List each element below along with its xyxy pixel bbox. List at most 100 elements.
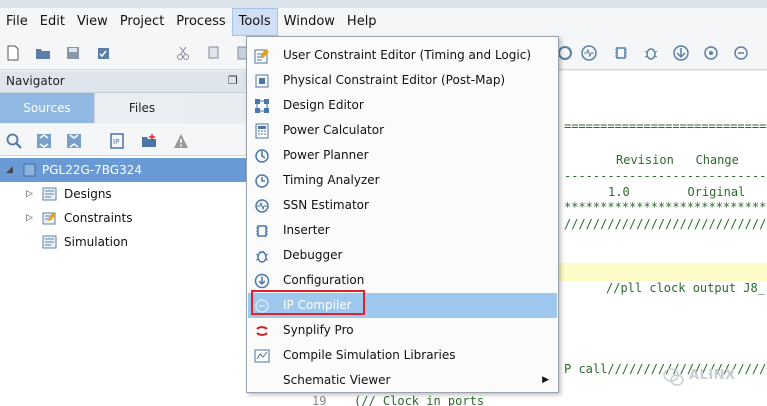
watermark: ALINX [658, 365, 758, 389]
menu-item-user-constraint-editor[interactable]: User Constraint Editor (Timing and Logic… [248, 43, 557, 68]
code-line: //pll clock output J8_ [606, 281, 765, 295]
menu-item-power-calculator[interactable]: Power Calculator [248, 118, 557, 143]
copy-icon[interactable] [204, 44, 222, 62]
save-all-icon[interactable] [94, 44, 112, 62]
menu-item-label: User Constraint Editor (Timing and Logic… [283, 48, 531, 62]
collapsed-arrow-icon[interactable]: ▷ [26, 189, 36, 199]
highlight-annotation [251, 290, 365, 315]
synplify-icon [256, 326, 268, 336]
inserter-icon [256, 225, 268, 237]
menu-item-power-planner[interactable]: Power Planner [248, 143, 557, 168]
save-icon[interactable] [64, 44, 82, 62]
tree-item-label: Simulation [64, 235, 128, 249]
svg-text:IP: IP [113, 138, 119, 146]
tab-sources[interactable]: Sources [0, 93, 94, 123]
navigator-header: Navigator ❐ [0, 71, 246, 93]
menu-item-label: Compile Simulation Libraries [283, 348, 456, 362]
tree-item-designs[interactable]: ▷ Designs [0, 182, 246, 206]
code-line: ////////////////////////////////////////… [564, 217, 767, 231]
physical-constraint-icon [255, 74, 269, 88]
menu-item-label: Inserter [283, 223, 330, 237]
ssn-icon [255, 199, 269, 213]
menu-item-label: Design Editor [283, 98, 364, 112]
menu-item-timing-analyzer[interactable]: Timing Analyzer [248, 168, 557, 193]
tree-item-constraints[interactable]: ▷ Constraints [0, 206, 246, 230]
ip-icon[interactable]: IP [108, 132, 126, 150]
expand-all-icon[interactable] [35, 132, 53, 150]
simulation-icon [42, 235, 57, 249]
power-planner-icon [255, 149, 269, 163]
menu-item-label: Synplify Pro [283, 323, 354, 337]
menu-project[interactable]: Project [114, 8, 170, 36]
code-line: ****************************************… [564, 200, 767, 214]
menu-tools[interactable]: Tools [231, 8, 278, 36]
menu-process[interactable]: Process [170, 8, 231, 36]
collapse-all-icon[interactable] [65, 132, 83, 150]
tree-item-device[interactable]: ◢ PGL22G-7BG324 [0, 158, 246, 182]
tools-menu: User Constraint Editor (Timing and Logic… [246, 36, 559, 393]
chip-icon[interactable] [612, 44, 630, 62]
tree-item-simulation[interactable]: Simulation [0, 230, 246, 254]
constraints-icon [42, 212, 56, 225]
title-bar [0, 0, 767, 8]
navigator-toolbar: IP [0, 124, 246, 156]
menu-item-physical-constraint-editor[interactable]: Physical Constraint Editor (Post-Map) [248, 68, 557, 93]
menu-item-ssn-estimator[interactable]: SSN Estimator [248, 193, 557, 218]
configuration-icon [254, 273, 270, 289]
tab-files[interactable]: Files [94, 93, 189, 123]
settings-icon[interactable] [702, 44, 720, 62]
code-line: ========================================… [564, 119, 767, 133]
menu-item-debugger[interactable]: Debugger [248, 243, 557, 268]
menu-item-schematic-viewer[interactable]: Schematic Viewer ▶ [248, 368, 557, 393]
code-line: (// Clock in ports [354, 394, 485, 406]
menu-help[interactable]: Help [341, 8, 383, 36]
menu-item-synplify-pro[interactable]: Synplify Pro [248, 318, 557, 343]
restore-icon[interactable]: ❐ [228, 74, 238, 87]
menu-item-label: SSN Estimator [283, 198, 369, 212]
watermark-text: ALINX [689, 368, 736, 383]
timing-icon [255, 174, 269, 188]
design-editor-icon [255, 99, 269, 113]
code-line: ----------------------------------------… [564, 169, 767, 183]
sim-lib-icon [254, 349, 270, 363]
menu-item-label: Power Calculator [283, 123, 385, 137]
menu-item-design-editor[interactable]: Design Editor [248, 93, 557, 118]
new-file-icon[interactable] [4, 44, 22, 62]
menu-item-label: Debugger [283, 248, 343, 262]
bug-icon[interactable] [642, 44, 660, 62]
tree-item-label: PGL22G-7BG324 [42, 163, 142, 177]
collapsed-arrow-icon[interactable]: ▷ [26, 213, 36, 223]
designs-icon [42, 187, 57, 201]
menu-item-label: Power Planner [283, 148, 369, 162]
warning-icon[interactable] [172, 132, 190, 150]
menu-edit[interactable]: Edit [34, 8, 71, 36]
menu-file[interactable]: File [0, 8, 34, 36]
source-tree: ◢ PGL22G-7BG324 ▷ Designs ▷ Constraints … [0, 156, 246, 406]
search-icon[interactable] [5, 132, 23, 150]
app-window: File Edit View Project Process Tools Win… [0, 0, 767, 406]
constraint-editor-icon [254, 49, 269, 64]
line-number: 19 [312, 394, 327, 406]
download-icon[interactable] [672, 44, 690, 62]
code-line: 1.0 Original [608, 185, 746, 199]
submenu-arrow-icon: ▶ [542, 375, 549, 385]
menu-item-label: Physical Constraint Editor (Post-Map) [283, 73, 506, 87]
navigator-title: Navigator [6, 74, 65, 88]
waveform-icon[interactable] [580, 44, 598, 62]
tree-item-label: Designs [64, 187, 112, 201]
cut-icon[interactable] [174, 44, 192, 62]
menu-item-inserter[interactable]: Inserter [248, 218, 557, 243]
calculator-icon [255, 123, 269, 139]
menu-item-compile-simulation-libraries[interactable]: Compile Simulation Libraries [248, 343, 557, 368]
menu-bar: File Edit View Project Process Tools Win… [0, 8, 767, 36]
add-file-icon[interactable] [140, 132, 158, 150]
code-line: Revision Change [616, 153, 739, 167]
expanded-arrow-icon[interactable]: ◢ [6, 165, 16, 175]
menu-item-label: Schematic Viewer [283, 373, 391, 387]
open-folder-icon[interactable] [34, 44, 52, 62]
compile-icon[interactable] [732, 44, 750, 62]
device-icon [23, 163, 36, 177]
navigator-tabs: Sources Files [0, 93, 246, 123]
menu-window[interactable]: Window [278, 8, 341, 36]
menu-view[interactable]: View [71, 8, 114, 36]
